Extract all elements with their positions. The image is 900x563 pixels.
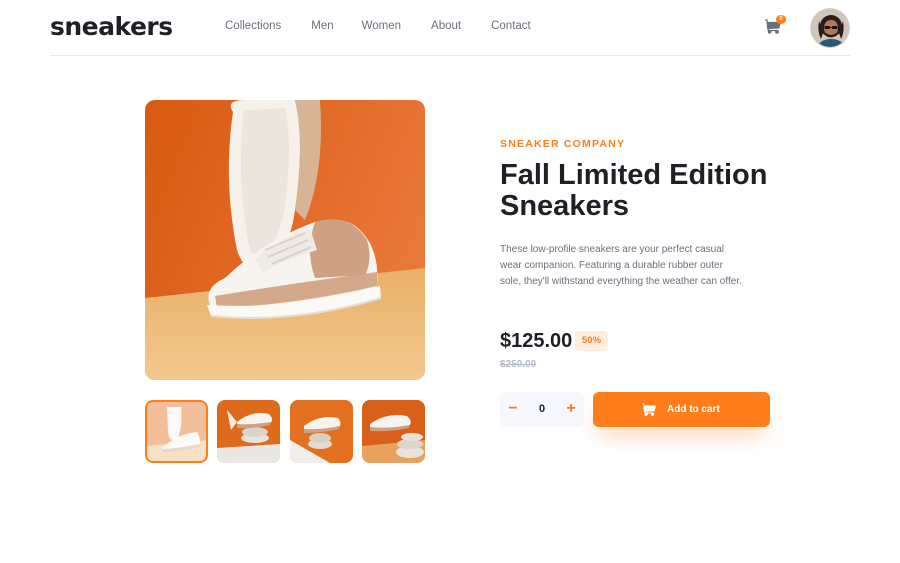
thumbnail-2[interactable] xyxy=(217,400,280,463)
nav-item-about[interactable]: About xyxy=(431,20,461,32)
add-to-cart-button[interactable]: Add to cart xyxy=(593,392,770,427)
nav-item-men[interactable]: Men xyxy=(311,20,333,32)
thumbnail-1[interactable] xyxy=(145,400,208,463)
increase-quantity-button[interactable]: + xyxy=(558,392,584,427)
sneaker-image xyxy=(145,100,425,380)
cart-button[interactable]: 0 xyxy=(765,15,786,35)
thumbnail-4[interactable] xyxy=(362,400,425,463)
thumbnail-sneaker-3 xyxy=(290,400,353,463)
avatar[interactable] xyxy=(810,8,850,48)
main-nav: Collections Men Women About Contact xyxy=(225,20,561,32)
user-avatar-icon xyxy=(811,9,849,47)
cart-icon xyxy=(642,403,656,416)
logo[interactable]: sneakers xyxy=(50,12,173,41)
nav-item-women[interactable]: Women xyxy=(362,20,401,32)
discount-badge: 50% xyxy=(575,331,609,351)
cart-count-badge: 0 xyxy=(776,15,786,24)
thumbnail-sneaker-2 xyxy=(217,400,280,463)
current-price: $125.00 xyxy=(500,330,573,352)
quantity-stepper: − 0 + xyxy=(500,392,584,427)
original-price: $250.00 xyxy=(500,359,537,370)
quantity-value: 0 xyxy=(538,403,546,415)
thumbnail-3[interactable] xyxy=(290,400,353,463)
product-main-image[interactable] xyxy=(145,100,425,380)
thumbnail-strip xyxy=(145,400,425,463)
product-description: These low-profile sneakers are your perf… xyxy=(500,244,742,288)
thumbnail-sneaker-4 xyxy=(362,400,425,463)
company-name: SNEAKER COMPANY xyxy=(500,138,626,150)
nav-item-contact[interactable]: Contact xyxy=(491,20,531,32)
product-title: Fall Limited Edition Sneakers xyxy=(500,159,768,222)
add-to-cart-label: Add to cart xyxy=(667,404,720,415)
thumbnail-sneaker-1 xyxy=(147,402,206,461)
nav-item-collections[interactable]: Collections xyxy=(225,20,281,32)
site-header: sneakers Collections Men Women About Con… xyxy=(50,0,850,56)
decrease-quantity-button[interactable]: − xyxy=(500,392,526,427)
